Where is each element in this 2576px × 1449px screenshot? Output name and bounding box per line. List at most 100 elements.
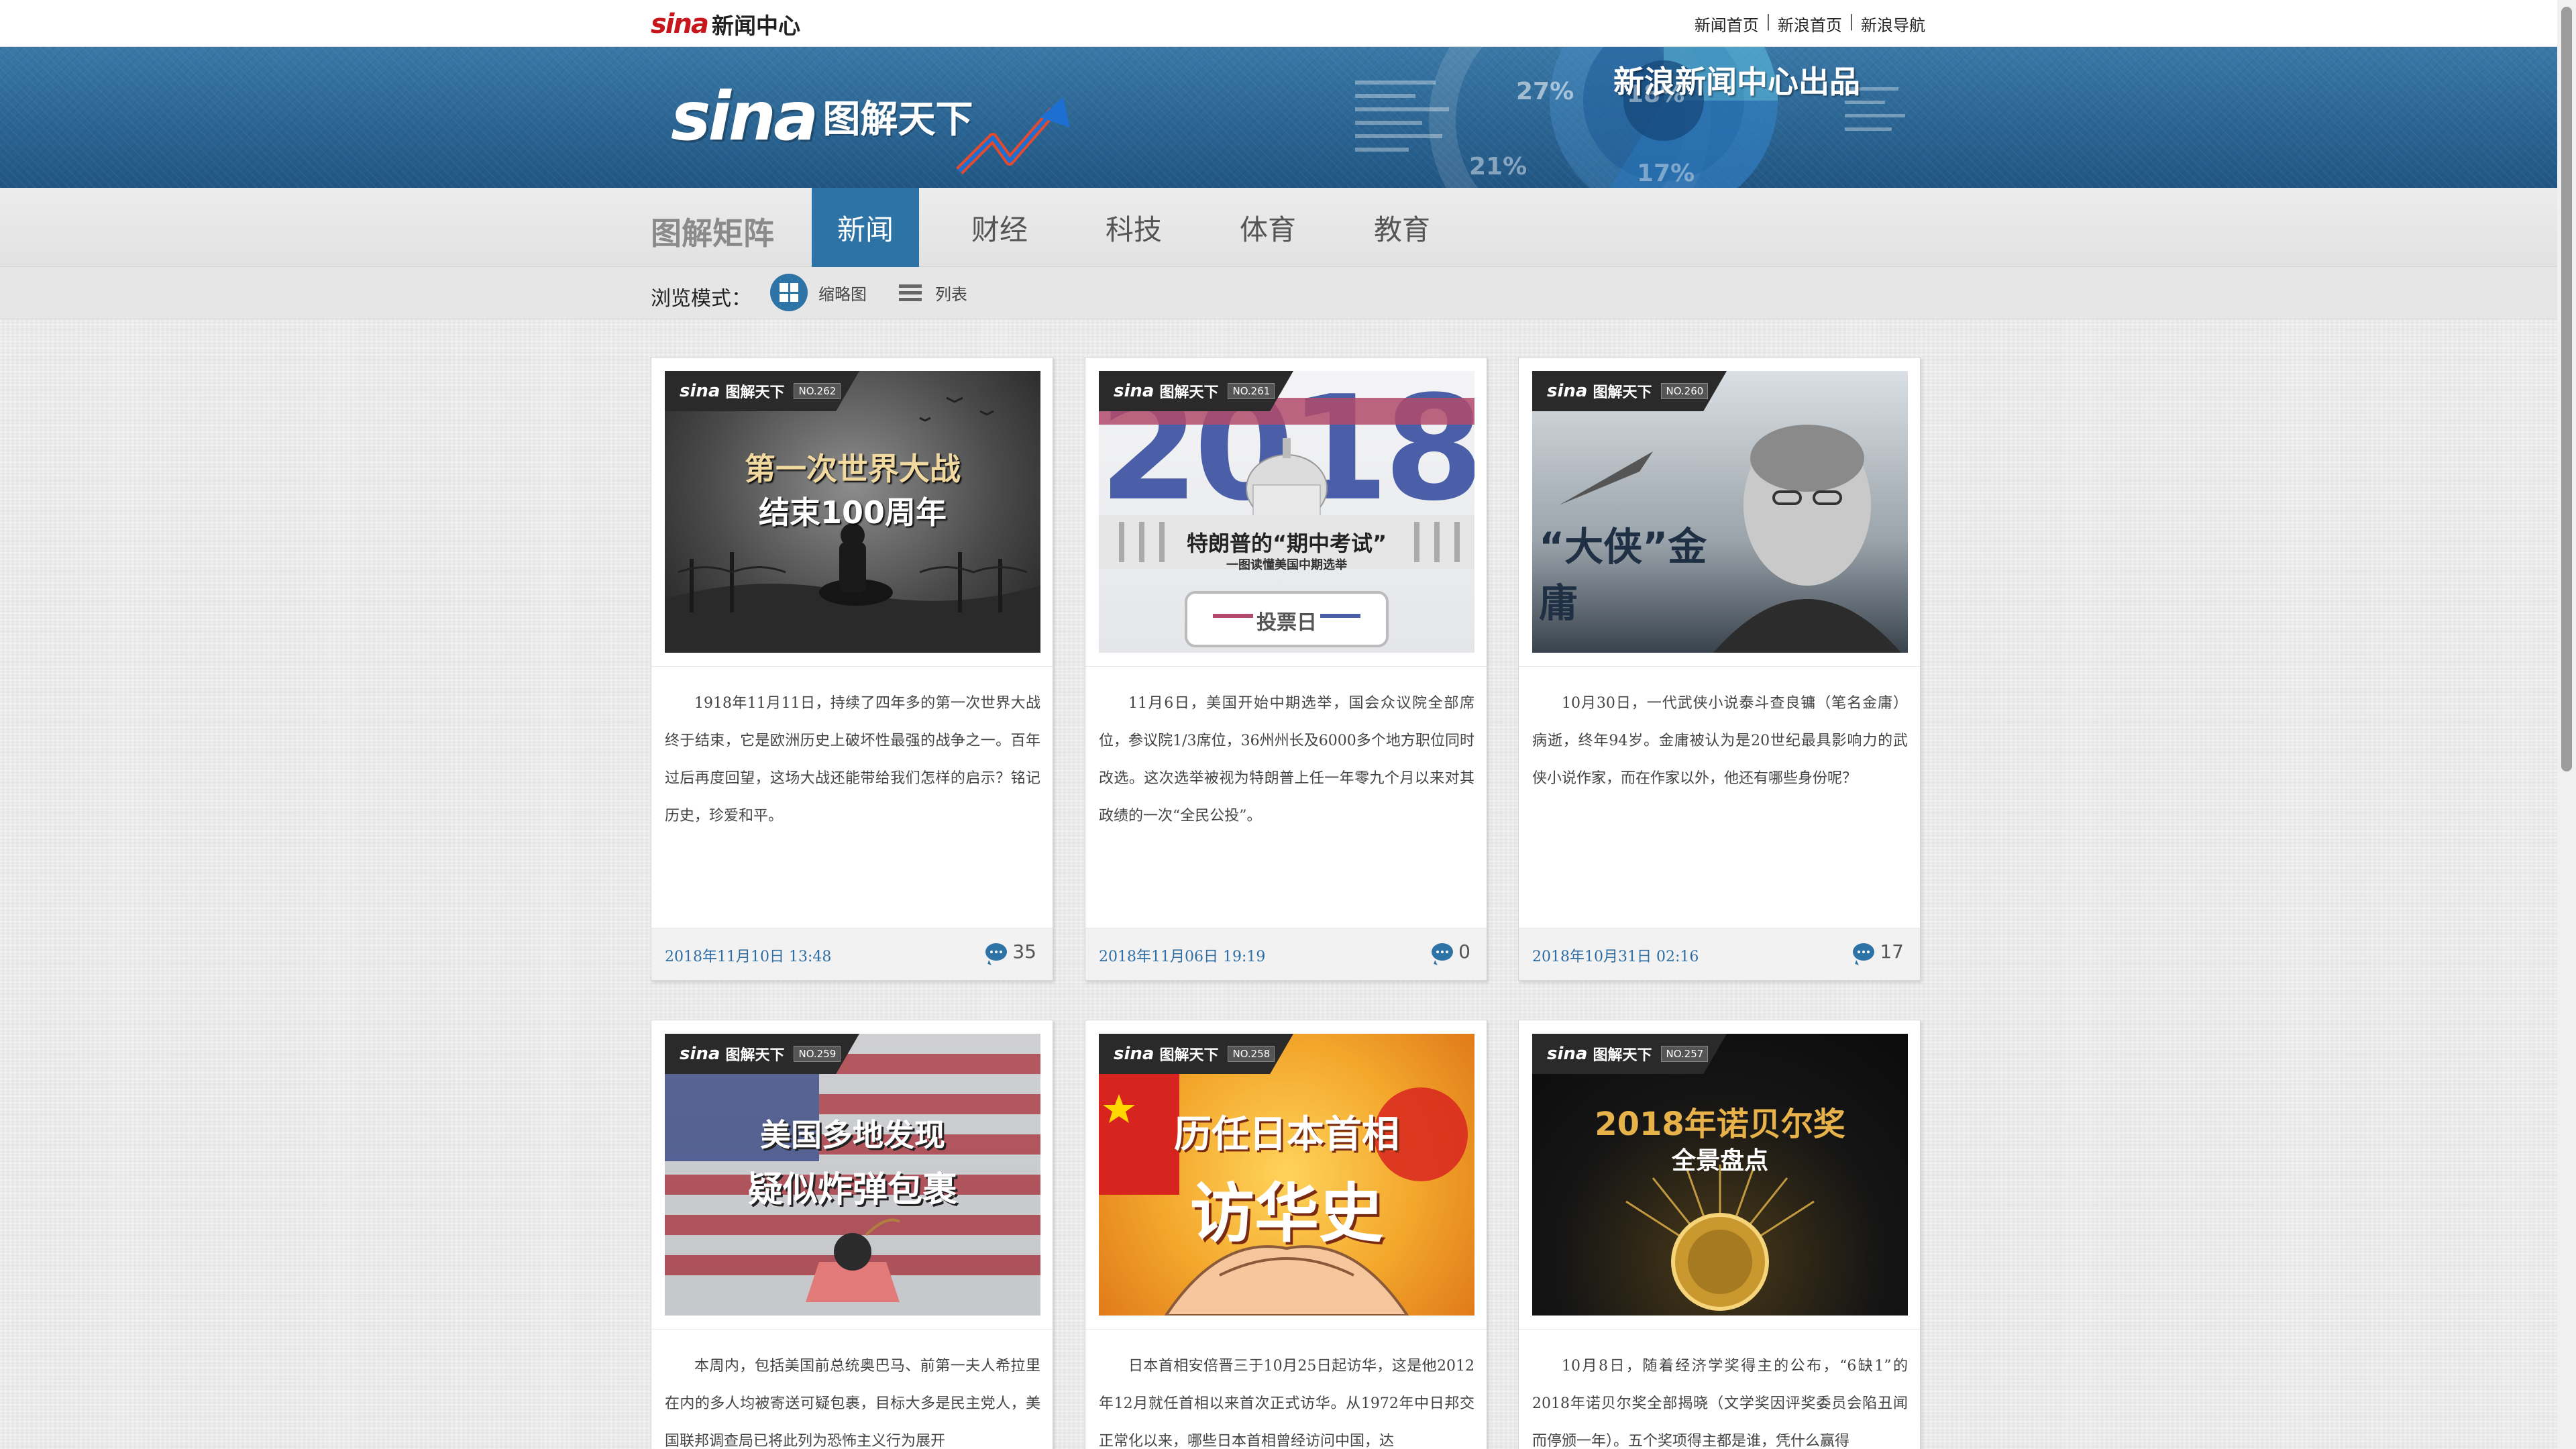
trend-arrow-icon bbox=[956, 97, 1070, 174]
view-mode-bar: 浏览模式： 缩略图 列表 bbox=[0, 267, 2576, 319]
grid-view-icon bbox=[770, 274, 808, 311]
thumbnail-headline-line1: 第一次世界大战 bbox=[745, 451, 961, 487]
publish-date: 2018年11月10日 13:48 bbox=[665, 949, 832, 965]
thumbnail-headline-line2: 全景盘点 bbox=[1671, 1147, 1768, 1175]
card-divider bbox=[651, 1329, 1053, 1330]
issue-number: NO.260 bbox=[1661, 383, 1709, 399]
thumbnail-headline-line1: 历任日本首相 bbox=[1174, 1113, 1399, 1157]
card-footer: 2018年10月31日 02:16 17 bbox=[1519, 928, 1920, 980]
article-card[interactable]: 2018 sina 图解天下 NO.261 特朗普的“期中考试” 一图读懂美国中期… bbox=[1085, 357, 1487, 981]
article-summary: 本周内，包括美国前总统奥巴马、前第一夫人希拉里在内的多人均被寄送可疑包裹，目标大… bbox=[665, 1358, 1040, 1449]
banner-credit: 新浪新闻中心出品 bbox=[1613, 64, 1860, 100]
article-card[interactable]: sina 图解天下 NO.257 2018年诺贝尔奖 全景盘点 10月8日，随着经… bbox=[1518, 1020, 1921, 1449]
issue-number: NO.258 bbox=[1228, 1046, 1275, 1062]
publish-date: 2018年10月31日 02:16 bbox=[1532, 949, 1699, 965]
link-sina-nav[interactable]: 新浪导航 bbox=[1861, 12, 1925, 36]
top-bar: sina 新闻中心 新闻首页 | 新浪首页 | 新浪导航 bbox=[0, 0, 2576, 47]
card-divider bbox=[1085, 666, 1487, 667]
card-divider bbox=[1519, 666, 1920, 667]
card-divider bbox=[1085, 1329, 1487, 1330]
sina-news-center-logo[interactable]: sina 新闻中心 bbox=[651, 7, 800, 42]
thumbnail-headline-line1: 特朗普的“期中考试” bbox=[1186, 531, 1387, 556]
banner-logo-title: 图解天下 bbox=[822, 98, 973, 142]
tab-sports[interactable]: 体育 bbox=[1214, 188, 1322, 267]
card-divider bbox=[1519, 1329, 1920, 1330]
issue-tag: sina 图解天下 NO.258 bbox=[1099, 1034, 1293, 1074]
comment-count-button[interactable]: 0 bbox=[1432, 941, 1470, 963]
card-footer: 2018年11月06日 19:19 0 bbox=[1085, 928, 1487, 980]
comment-count: 0 bbox=[1458, 941, 1470, 963]
banner-pattern bbox=[0, 47, 2576, 188]
thumbnail-headline-line1: 美国多地发现 bbox=[760, 1117, 945, 1153]
issue-number: NO.261 bbox=[1228, 383, 1275, 399]
thumbnail-headline-line1: 2018年诺贝尔奖 bbox=[1595, 1106, 1845, 1143]
article-thumbnail[interactable]: sina 图解天下 NO.262 第一次世界大战 结束100周年 bbox=[665, 371, 1040, 653]
list-view-button[interactable]: 列表 bbox=[899, 274, 967, 311]
view-mode-label: 浏览模式： bbox=[651, 287, 751, 311]
issue-tag: sina 图解天下 NO.257 bbox=[1532, 1034, 1727, 1074]
publish-date: 2018年11月06日 19:19 bbox=[1099, 949, 1266, 965]
article-summary: 1918年11月11日，持续了四年多的第一次世界大战终于结束，它是欧洲历史上破坏… bbox=[665, 695, 1040, 824]
link-separator: | bbox=[1765, 12, 1771, 31]
article-summary: 10月8日，随着经济学奖得主的公布，“6缺1”的2018年诺贝尔奖全部揭晓（文学… bbox=[1532, 1358, 1908, 1449]
issue-tag: sina 图解天下 NO.260 bbox=[1532, 371, 1727, 411]
category-nav: 图解矩阵 新闻 财经 科技 体育 教育 bbox=[0, 188, 2576, 267]
thumbnail-headline-line2: 一图读懂美国中期选举 bbox=[1226, 558, 1347, 572]
scrollbar-thumb[interactable] bbox=[2561, 7, 2572, 771]
issue-tag: sina 图解天下 NO.259 bbox=[665, 1034, 859, 1074]
issue-tag: sina 图解天下 NO.262 bbox=[665, 371, 859, 411]
article-thumbnail[interactable]: sina 图解天下 NO.258 历任日本首相 访华史 bbox=[1099, 1034, 1474, 1316]
article-card[interactable]: sina 图解天下 NO.259 美国多地发现 疑似炸弹包裹 本周内，包括美国前总… bbox=[651, 1020, 1053, 1449]
thumbnail-view-button[interactable]: 缩略图 bbox=[770, 274, 867, 311]
tujie-tianxia-logo[interactable]: sina 图解天下 bbox=[671, 77, 973, 156]
article-thumbnail[interactable]: sina 图解天下 NO.259 美国多地发现 疑似炸弹包裹 bbox=[665, 1034, 1040, 1316]
thumbnail-headline-line1: “大侠”金庸 bbox=[1539, 524, 1707, 626]
comment-count-button[interactable]: 35 bbox=[985, 941, 1036, 963]
thumbnail-headline-line3: 投票日 bbox=[1256, 611, 1317, 635]
tab-tech[interactable]: 科技 bbox=[1080, 188, 1187, 267]
link-sina-home[interactable]: 新浪首页 bbox=[1778, 12, 1842, 36]
comment-count-button[interactable]: 17 bbox=[1853, 941, 1904, 963]
nav-title: 图解矩阵 bbox=[651, 215, 774, 252]
article-summary: 日本首相安倍晋三于10月25日起访华，这是他2012年12月就任首相以来首次正式… bbox=[1099, 1358, 1474, 1449]
chart-label-21: 21% bbox=[1469, 153, 1527, 180]
list-view-label: 列表 bbox=[935, 284, 967, 304]
article-thumbnail[interactable]: 2018 sina 图解天下 NO.261 特朗普的“期中考试” 一图读懂美国中期… bbox=[1099, 371, 1474, 653]
issue-number: NO.259 bbox=[794, 1046, 841, 1062]
tab-news[interactable]: 新闻 bbox=[812, 188, 919, 267]
thumbnail-view-label: 缩略图 bbox=[818, 284, 867, 304]
thumbnail-headline-line2: 疑似炸弹包裹 bbox=[747, 1170, 957, 1210]
issue-tag: sina 图解天下 NO.261 bbox=[1099, 371, 1293, 411]
article-summary: 11月6日，美国开始中期选举，国会众议院全部席位，参议院1/3席位，36州州长及… bbox=[1099, 695, 1474, 824]
article-card[interactable]: sina 图解天下 NO.258 历任日本首相 访华史 日本首相安倍晋三于10月2… bbox=[1085, 1020, 1487, 1449]
list-view-icon bbox=[899, 284, 922, 301]
link-separator: | bbox=[1848, 12, 1854, 31]
article-thumbnail[interactable]: sina 图解天下 NO.257 2018年诺贝尔奖 全景盘点 bbox=[1532, 1034, 1908, 1316]
comment-count: 17 bbox=[1880, 941, 1904, 963]
comment-bubble-icon bbox=[1853, 943, 1875, 961]
tab-finance[interactable]: 财经 bbox=[946, 188, 1053, 267]
article-card[interactable]: sina 图解天下 NO.262 第一次世界大战 结束100周年 1918年11月… bbox=[651, 357, 1053, 981]
chart-label-27: 27% bbox=[1516, 78, 1574, 105]
link-news-home[interactable]: 新闻首页 bbox=[1695, 12, 1759, 36]
comment-count: 35 bbox=[1012, 941, 1036, 963]
sina-logo-mark: sina bbox=[651, 9, 709, 40]
article-summary: 10月30日，一代武侠小说泰斗查良镛（笔名金庸）病逝，终年94岁。金庸被认为是2… bbox=[1532, 695, 1908, 787]
issue-number: NO.262 bbox=[794, 383, 841, 399]
top-links: 新闻首页 | 新浪首页 | 新浪导航 bbox=[1695, 12, 1925, 36]
tab-education[interactable]: 教育 bbox=[1348, 188, 1456, 267]
sina-logo-large: sina bbox=[671, 77, 818, 156]
article-thumbnail[interactable]: sina 图解天下 NO.260 “大侠”金庸 bbox=[1532, 371, 1908, 653]
news-center-label: 新闻中心 bbox=[712, 13, 800, 39]
vertical-scrollbar[interactable] bbox=[2557, 0, 2576, 1449]
issue-number: NO.257 bbox=[1661, 1046, 1709, 1062]
article-card[interactable]: sina 图解天下 NO.260 “大侠”金庸 10月30日，一代武侠小说泰斗查良… bbox=[1518, 357, 1921, 981]
comment-bubble-icon bbox=[985, 943, 1008, 961]
card-divider bbox=[651, 666, 1053, 667]
chart-label-17: 17% bbox=[1637, 160, 1695, 187]
thumbnail-headline-line2: 结束100周年 bbox=[758, 494, 947, 531]
comment-bubble-icon bbox=[1432, 943, 1454, 961]
thumbnail-headline-line2: 访华史 bbox=[1190, 1176, 1383, 1251]
banner: sina 图解天下 27% 18% 21% 17% 新浪新闻中心出品 bbox=[0, 47, 2576, 188]
card-footer: 2018年11月10日 13:48 35 bbox=[651, 928, 1053, 980]
